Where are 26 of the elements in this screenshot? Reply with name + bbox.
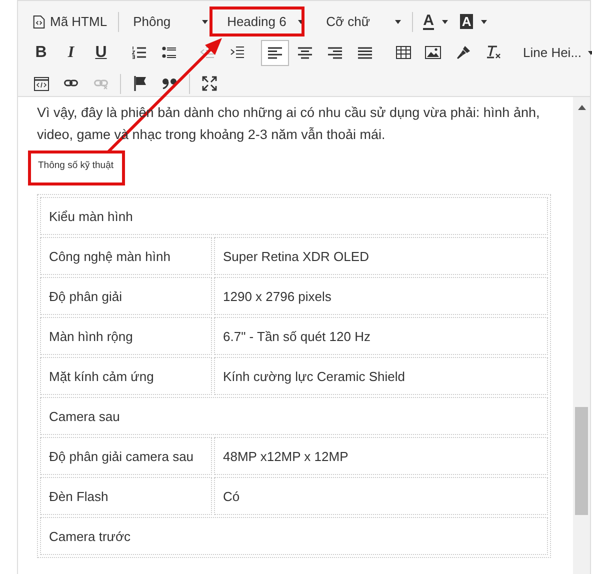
table-cell: Màn hình rộng bbox=[40, 317, 212, 355]
bold-button[interactable]: B bbox=[27, 40, 55, 66]
table-cell: Đèn Flash bbox=[40, 477, 212, 515]
background-color-button[interactable]: A bbox=[454, 8, 492, 34]
format-dropdown[interactable]: Heading 6 bbox=[218, 8, 310, 34]
table-cell: Camera trước bbox=[40, 517, 548, 555]
line-height-dropdown[interactable]: Line Hei... bbox=[517, 40, 592, 66]
font-dropdown[interactable]: Phông bbox=[124, 8, 214, 34]
table-cell: Mặt kính cảm ứng bbox=[40, 357, 212, 395]
table-cell: Công nghệ màn hình bbox=[40, 237, 212, 275]
table-cell: 6.7" - Tần số quét 120 Hz bbox=[214, 317, 548, 355]
table-cell: Super Retina XDR OLED bbox=[214, 237, 548, 275]
table-cell: Độ phân giải camera sau bbox=[40, 437, 212, 475]
font-size-dropdown[interactable]: Cỡ chữ bbox=[317, 8, 408, 34]
table-cell: Kiểu màn hình bbox=[40, 197, 548, 235]
table-cell: Kính cường lực Ceramic Shield bbox=[214, 357, 548, 395]
html-source-button[interactable]: Mã HTML bbox=[27, 8, 114, 34]
table-cell: Camera sau bbox=[40, 397, 548, 435]
table-cell: 1290 x 2796 pixels bbox=[214, 277, 548, 315]
text-color-button[interactable]: A bbox=[418, 8, 453, 34]
section-heading: Thông số kỹ thuật bbox=[38, 160, 114, 173]
italic-button[interactable]: I bbox=[57, 40, 85, 66]
table-cell: Độ phân giải bbox=[40, 277, 212, 315]
underline-button[interactable]: U bbox=[87, 40, 115, 66]
table-cell: 48MP x12MP x 12MP bbox=[214, 437, 548, 475]
table-cell: Có bbox=[214, 477, 548, 515]
